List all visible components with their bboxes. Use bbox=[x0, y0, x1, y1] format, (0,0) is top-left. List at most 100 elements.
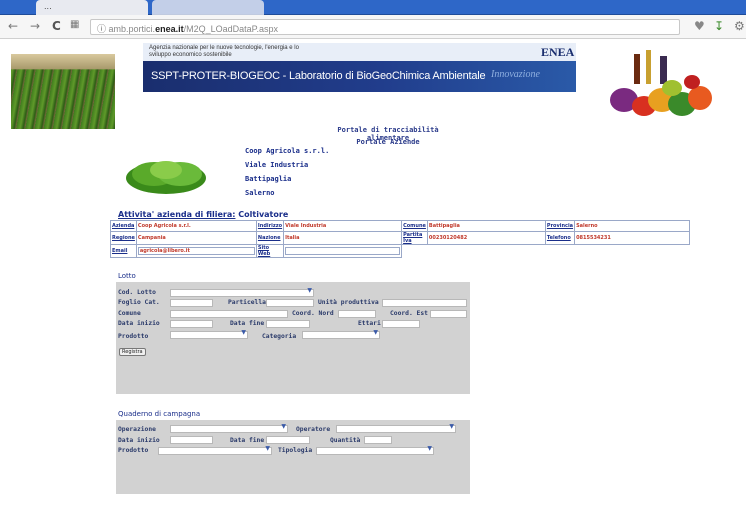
page-content: Agenzia nazionale per le nuove tecnologi… bbox=[0, 40, 746, 529]
tipologia-label: Tipologia bbox=[278, 447, 313, 454]
company-city: Battipaglia bbox=[245, 175, 292, 183]
activity-line: Attivita' azienda di filiera: Coltivator… bbox=[118, 210, 288, 219]
unita-produttiva-label: Unità produttiva bbox=[318, 299, 379, 306]
data-inizio-input[interactable] bbox=[170, 436, 213, 444]
ettari-input[interactable] bbox=[382, 320, 420, 328]
settings-icon[interactable]: ⚙ bbox=[734, 19, 745, 33]
indirizzo-label: Indirizzo bbox=[255, 220, 285, 232]
site-info-icon[interactable]: ⓘ bbox=[97, 24, 106, 34]
chevron-down-icon: ▼ bbox=[281, 423, 286, 430]
comune-value: Battipaglia bbox=[426, 220, 546, 232]
enea-logo: ENEA bbox=[541, 45, 575, 59]
azienda-label: Azienda bbox=[110, 220, 137, 232]
quantita-input[interactable] bbox=[364, 436, 392, 444]
unita-produttiva-input[interactable] bbox=[382, 299, 467, 307]
sito-value bbox=[283, 244, 403, 258]
telefono-value: 0815534231 bbox=[574, 231, 690, 245]
foglio-cat-label: Foglio Cat. bbox=[118, 299, 160, 306]
field-image bbox=[11, 54, 115, 129]
chevron-down-icon: ▼ bbox=[241, 329, 246, 336]
operatore-select[interactable]: ▼ bbox=[336, 423, 456, 433]
activity-value: Coltivatore bbox=[238, 210, 289, 219]
data-fine-input[interactable] bbox=[266, 320, 310, 328]
registra-button[interactable]: Registra bbox=[119, 348, 146, 356]
sito-label: Sito Web bbox=[255, 244, 285, 258]
banner-top-strip: Agenzia nazionale per le nuove tecnologi… bbox=[143, 43, 576, 61]
provincia-label: Provincia bbox=[544, 220, 576, 232]
email-label: Email bbox=[110, 244, 137, 258]
prodotto-label: Prodotto bbox=[118, 447, 149, 454]
company-province: Salerno bbox=[245, 189, 275, 197]
piva-label: Partita Iva bbox=[401, 231, 428, 245]
table-row: Regione Campania Nazione Italia Partita … bbox=[110, 231, 690, 245]
operatore-label: Operatore bbox=[296, 426, 331, 433]
comune-input[interactable] bbox=[170, 310, 288, 318]
quaderno-panel: Operazione ▼ Operatore ▼ Data inizio Dat… bbox=[116, 420, 470, 494]
coord-nord-input[interactable] bbox=[338, 310, 376, 318]
company-name: Coop Agricola s.r.l. bbox=[245, 147, 330, 155]
prodotto-label: Prodotto bbox=[118, 333, 149, 340]
banner-subtitle: Agenzia nazionale per le nuove tecnologi… bbox=[149, 45, 299, 58]
table-row: Email agricola@libero.it Sito Web bbox=[110, 244, 690, 258]
chevron-down-icon: ▼ bbox=[307, 287, 312, 294]
data-fine-label: Data fine bbox=[230, 320, 265, 327]
operazione-label: Operazione bbox=[118, 426, 156, 433]
enea-banner: Agenzia nazionale per le nuove tecnologi… bbox=[143, 43, 576, 92]
url-path: /M2Q_LOadDataP.aspx bbox=[183, 24, 278, 34]
regione-value: Campania bbox=[135, 231, 257, 245]
forward-icon[interactable]: → bbox=[30, 19, 40, 33]
particella-label: Particella bbox=[228, 299, 266, 306]
apps-icon[interactable]: ▦ bbox=[70, 19, 79, 30]
pocket-icon[interactable]: ♥ bbox=[694, 19, 705, 33]
activity-label: Attivita' azienda di filiera: bbox=[118, 210, 236, 219]
data-fine-label: Data fine bbox=[230, 437, 265, 444]
foglio-cat-input[interactable] bbox=[170, 299, 213, 307]
company-street: Viale Industria bbox=[245, 161, 309, 169]
categoria-select[interactable]: ▼ bbox=[302, 329, 380, 339]
lotto-title: Lotto bbox=[118, 272, 136, 280]
coord-est-label: Coord. Est bbox=[390, 310, 428, 317]
sito-box[interactable] bbox=[285, 247, 401, 255]
piva-value: 00230120482 bbox=[426, 231, 546, 245]
nazione-value: Italia bbox=[283, 231, 403, 245]
browser-tab-inactive[interactable] bbox=[152, 0, 264, 15]
reload-icon[interactable]: C bbox=[52, 19, 61, 33]
comune-label: Comune bbox=[118, 310, 141, 317]
prodotto-select[interactable]: ▼ bbox=[170, 329, 248, 339]
back-icon[interactable]: ← bbox=[8, 19, 18, 33]
chevron-down-icon: ▼ bbox=[265, 445, 270, 452]
company-info-table: Azienda Coop Agricola s.r.l. Indirizzo V… bbox=[110, 220, 690, 258]
food-image bbox=[604, 48, 720, 126]
categoria-label: Categoria bbox=[262, 333, 297, 340]
operazione-select[interactable]: ▼ bbox=[170, 423, 288, 433]
url-prefix: amb.portici. bbox=[108, 24, 156, 34]
lettuce-image bbox=[126, 161, 206, 194]
chevron-down-icon: ▼ bbox=[373, 329, 378, 336]
coord-nord-label: Coord. Nord bbox=[292, 310, 334, 317]
banner-title: SSPT-PROTER-BIOGEOC - Laboratorio di Bio… bbox=[151, 70, 486, 82]
chevron-down-icon: ▼ bbox=[449, 423, 454, 430]
data-fine-input[interactable] bbox=[266, 436, 310, 444]
url-domain: enea.it bbox=[155, 24, 184, 34]
particella-input[interactable] bbox=[266, 299, 314, 307]
indirizzo-value: Viale Industria bbox=[283, 220, 403, 232]
banner-innovation: Innovazione bbox=[491, 69, 540, 80]
nazione-label: Nazione bbox=[255, 231, 285, 245]
coord-est-input[interactable] bbox=[430, 310, 467, 318]
browser-tab-active[interactable]: ... bbox=[36, 0, 148, 15]
tipologia-select[interactable]: ▼ bbox=[316, 445, 434, 455]
cod-lotto-select[interactable]: ▼ bbox=[170, 287, 314, 297]
quantita-label: Quantità bbox=[330, 437, 361, 444]
lotto-panel: Cod. Lotto ▼ Foglio Cat. Particella Unit… bbox=[116, 282, 470, 394]
azienda-value: Coop Agricola s.r.l. bbox=[135, 220, 257, 232]
address-bar[interactable]: ⓘ amb.portici.enea.it/M2Q_LOadDataP.aspx bbox=[90, 19, 680, 35]
table-row: Azienda Coop Agricola s.r.l. Indirizzo V… bbox=[110, 220, 690, 232]
email-box[interactable]: agricola@libero.it bbox=[137, 247, 255, 255]
data-inizio-input[interactable] bbox=[170, 320, 213, 328]
ettari-label: Ettari bbox=[358, 320, 381, 327]
portal-subheading: Portale Aziende bbox=[356, 138, 420, 146]
data-inizio-label: Data inizio bbox=[118, 320, 160, 327]
chevron-down-icon: ▼ bbox=[427, 445, 432, 452]
download-icon[interactable]: ↧ bbox=[714, 19, 724, 33]
prodotto-select[interactable]: ▼ bbox=[158, 445, 272, 455]
